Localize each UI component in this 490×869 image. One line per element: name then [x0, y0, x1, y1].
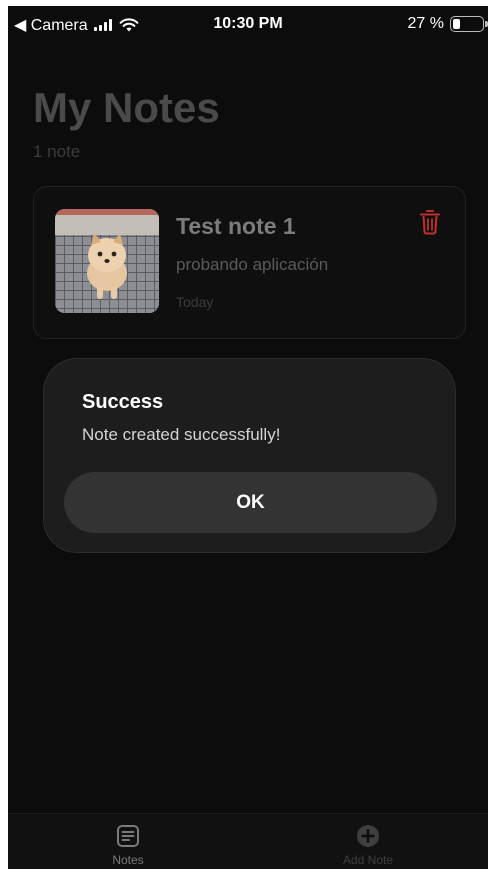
battery-icon — [450, 16, 488, 32]
note-date: Today — [176, 294, 214, 310]
success-alert-dialog: Success Note created successfully! OK — [43, 358, 456, 553]
note-count: 1 note — [33, 142, 81, 161]
note-thumbnail — [55, 209, 159, 313]
tab-add-note-label: Add Note — [342, 853, 394, 867]
note-card[interactable]: Test note 1 probando aplicación Today — [33, 186, 466, 339]
trash-icon — [420, 210, 440, 235]
delete-note-button[interactable] — [419, 209, 441, 235]
note-body: probando aplicación — [176, 255, 329, 274]
tab-add-note[interactable]: Add Note — [248, 814, 488, 869]
tab-notes-label: Notes — [112, 853, 144, 867]
battery-status: 27 % — [407, 15, 488, 33]
tab-bar: Notes Add Note — [8, 813, 488, 869]
note-title: Test note 1 — [176, 213, 296, 239]
add-circle-icon — [357, 825, 379, 847]
battery-fill — [453, 19, 460, 29]
dog-photo-icon — [55, 209, 159, 313]
alert-ok-button[interactable]: OK — [64, 472, 437, 533]
alert-message: Note created successfully! — [82, 425, 281, 444]
alert-title: Success — [82, 391, 164, 413]
status-bar: ◀ Camera 10:30 PM 27 % — [8, 6, 488, 42]
battery-tip — [485, 21, 488, 27]
tab-notes[interactable]: Notes — [8, 814, 248, 869]
battery-percent: 27 % — [407, 15, 444, 32]
app-screen: ◀ Camera 10:30 PM 27 % My Notes 1 note T… — [8, 6, 488, 869]
page-title: My Notes — [33, 84, 220, 131]
notes-icon — [117, 825, 139, 847]
